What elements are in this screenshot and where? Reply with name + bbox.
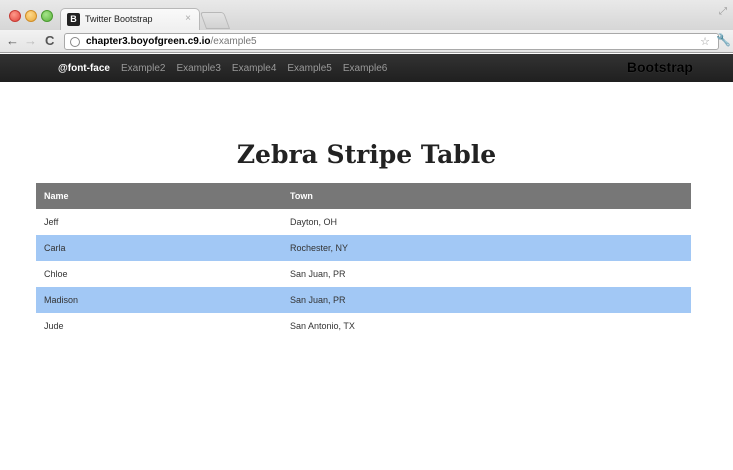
browser-tab-strip: B Twitter Bootstrap × ⤢ (0, 0, 733, 31)
cell-town: Dayton, OH (282, 209, 691, 235)
reload-icon[interactable]: C (45, 33, 54, 49)
table-row: Madison San Juan, PR (36, 287, 691, 313)
cell-name: Chloe (36, 261, 282, 287)
navbar-brand[interactable]: Bootstrap (627, 59, 693, 75)
url-text[interactable]: chapter3.boyofgreen.c9.io/example5 (86, 36, 257, 47)
browser-tab[interactable]: B Twitter Bootstrap × (60, 8, 200, 31)
nav-item-example3[interactable]: Example3 (176, 63, 220, 74)
table-row: Jude San Antonio, TX (36, 313, 691, 339)
cell-name: Jude (36, 313, 282, 339)
globe-icon (70, 37, 80, 47)
fullscreen-icon[interactable]: ⤢ (719, 6, 727, 17)
new-tab-button[interactable] (199, 12, 231, 29)
nav-item-example6[interactable]: Example6 (343, 63, 387, 74)
nav-item-example2[interactable]: Example2 (121, 63, 165, 74)
window-minimize-button[interactable] (25, 10, 37, 22)
window-zoom-button[interactable] (41, 10, 53, 22)
cell-town: San Juan, PR (282, 287, 691, 313)
nav-item-example4[interactable]: Example4 (232, 63, 276, 74)
table-row: Jeff Dayton, OH (36, 209, 691, 235)
cell-town: Rochester, NY (282, 235, 691, 261)
nav-item-example5[interactable]: Example5 (287, 63, 331, 74)
zebra-stripe-table: Name Town Jeff Dayton, OH Carla Rocheste… (36, 183, 691, 339)
tab-close-icon[interactable]: × (185, 13, 191, 24)
back-arrow-icon[interactable]: ← (6, 33, 19, 49)
window-close-button[interactable] (9, 10, 21, 22)
browser-toolbar: ← → C chapter3.boyofgreen.c9.io/example5… (0, 30, 733, 53)
navbar-links: @font-face Example2 Example3 Example4 Ex… (58, 54, 398, 82)
star-icon[interactable]: ☆ (700, 35, 710, 48)
address-bar[interactable]: chapter3.boyofgreen.c9.io/example5 ☆ (64, 33, 719, 50)
cell-town: San Antonio, TX (282, 313, 691, 339)
nav-item-font-face[interactable]: @font-face (58, 63, 110, 74)
tab-title: Twitter Bootstrap (85, 14, 153, 24)
column-header-town: Town (282, 183, 691, 209)
page-title: Zebra Stripe Table (236, 140, 497, 169)
url-path: /example5 (210, 36, 257, 47)
site-navbar: @font-face Example2 Example3 Example4 Ex… (0, 54, 733, 82)
cell-town: San Juan, PR (282, 261, 691, 287)
url-host: chapter3.boyofgreen.c9.io (86, 36, 211, 47)
table-row: Chloe San Juan, PR (36, 261, 691, 287)
cell-name: Jeff (36, 209, 282, 235)
cell-name: Madison (36, 287, 282, 313)
column-header-name: Name (36, 183, 282, 209)
bootstrap-favicon-icon: B (67, 13, 80, 26)
cell-name: Carla (36, 235, 282, 261)
forward-arrow-icon[interactable]: → (24, 33, 37, 49)
wrench-icon[interactable]: 🔧 (716, 33, 731, 47)
table-header-row: Name Town (36, 183, 691, 209)
table-row: Carla Rochester, NY (36, 235, 691, 261)
